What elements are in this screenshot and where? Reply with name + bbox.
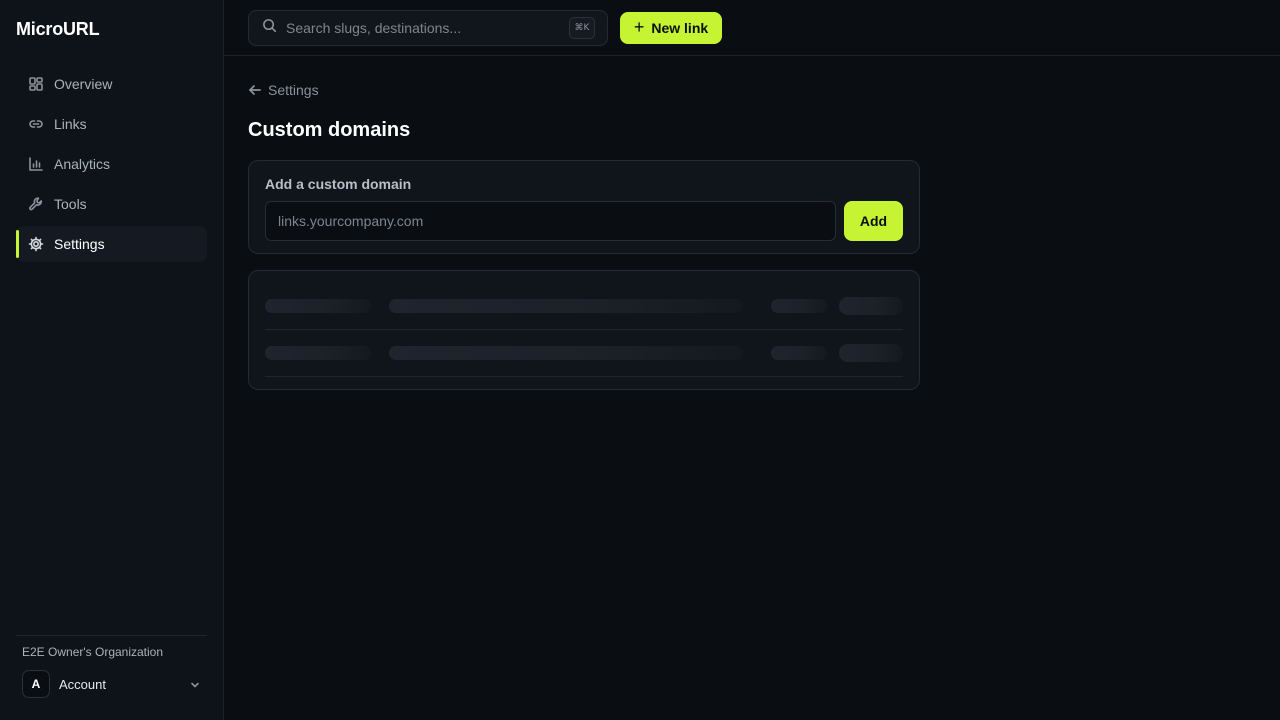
link-icon	[28, 116, 44, 132]
back-link[interactable]: Settings	[248, 81, 319, 99]
add-domain-card: Add a custom domain Add	[248, 160, 920, 254]
keyboard-shortcut-badge: ⌘K	[569, 17, 595, 39]
add-domain-button[interactable]: Add	[844, 201, 903, 241]
new-link-label: New link	[651, 20, 709, 36]
wrench-icon	[28, 196, 44, 212]
sidebar-item-label: Settings	[54, 236, 105, 252]
skeleton-bar	[839, 344, 903, 362]
skeleton-bar	[771, 346, 827, 360]
skeleton-bar	[771, 299, 827, 313]
sidebar: MicroURL Overview Links Analytics Tools	[0, 0, 224, 720]
avatar: A	[22, 670, 50, 698]
account-menu[interactable]: A Account	[22, 670, 207, 698]
back-link-label: Settings	[268, 82, 319, 98]
arrow-left-icon	[249, 85, 261, 95]
organization-name: E2E Owner's Organization	[22, 645, 164, 659]
sidebar-item-analytics[interactable]: Analytics	[16, 146, 207, 182]
app-logo[interactable]: MicroURL	[16, 19, 100, 40]
search-icon	[262, 18, 277, 38]
sidebar-item-settings[interactable]: Settings	[16, 226, 207, 262]
skeleton-bar	[389, 299, 743, 313]
skeleton-row	[265, 330, 903, 377]
search-placeholder: Search slugs, destinations...	[286, 20, 462, 36]
sidebar-nav: Overview Links Analytics Tools Settings	[16, 66, 207, 266]
sidebar-item-label: Analytics	[54, 156, 111, 172]
sidebar-item-overview[interactable]: Overview	[16, 66, 207, 102]
skeleton-bar	[265, 346, 371, 360]
domains-list-loading	[248, 270, 920, 390]
grid-icon	[28, 76, 44, 92]
sidebar-item-label: Links	[54, 116, 87, 132]
skeleton-bar	[839, 297, 903, 315]
gear-icon	[28, 236, 44, 252]
add-domain-label: Add a custom domain	[265, 176, 412, 192]
skeleton-row	[265, 283, 903, 330]
skeleton-bar	[265, 299, 371, 313]
top-bar: Search slugs, destinations... ⌘K + New l…	[224, 0, 1280, 56]
sidebar-item-links[interactable]: Links	[16, 106, 207, 142]
search-input[interactable]: Search slugs, destinations... ⌘K	[248, 10, 608, 46]
page-title: Custom domains	[248, 119, 411, 141]
skeleton-bar	[389, 346, 743, 360]
sidebar-item-label: Tools	[54, 196, 87, 212]
sidebar-item-label: Overview	[54, 76, 113, 92]
plus-icon: +	[633, 17, 645, 37]
sidebar-divider	[16, 635, 207, 636]
domain-input[interactable]	[265, 201, 836, 241]
chevron-down-icon	[189, 678, 201, 690]
new-link-button[interactable]: + New link	[620, 12, 722, 44]
sidebar-item-tools[interactable]: Tools	[16, 186, 207, 222]
bar-chart-icon	[28, 156, 44, 172]
account-label: Account	[59, 676, 106, 692]
